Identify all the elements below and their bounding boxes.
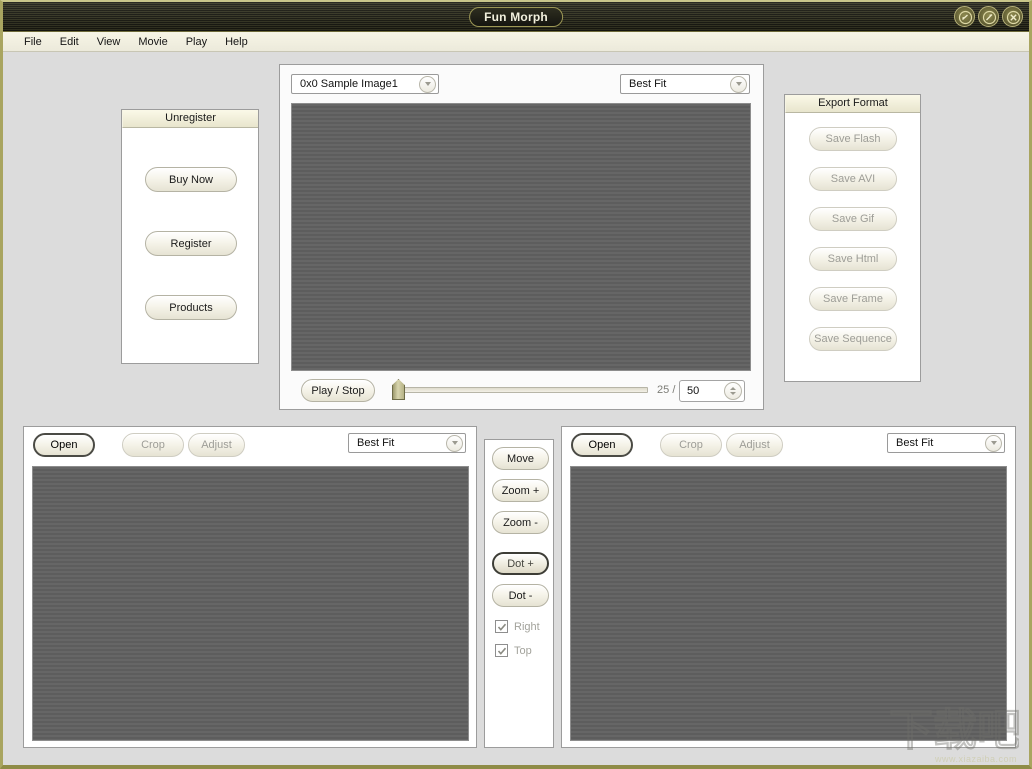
chevron-down-icon[interactable] bbox=[446, 434, 463, 452]
menu-item-edit[interactable]: Edit bbox=[51, 34, 88, 50]
export-format-panel-title: Export Format bbox=[785, 95, 920, 113]
tool-zoom-in-button[interactable]: Zoom + bbox=[492, 479, 549, 502]
unregister-panel-title: Unregister bbox=[122, 110, 258, 128]
save-avi-button[interactable]: Save AVI bbox=[809, 167, 897, 191]
source-fit-combo[interactable]: Best Fit bbox=[348, 433, 466, 453]
checkbox-row-top[interactable]: Top bbox=[495, 644, 532, 657]
image-select-value: 0x0 Sample Image1 bbox=[300, 78, 398, 90]
source-crop-button[interactable]: Crop bbox=[122, 433, 184, 457]
watermark-url: www.xiazaiba.com bbox=[934, 754, 1017, 764]
close-button[interactable] bbox=[1002, 6, 1023, 27]
target-adjust-button[interactable]: Adjust bbox=[726, 433, 783, 457]
window-controls bbox=[954, 6, 1023, 27]
maximize-button[interactable] bbox=[978, 6, 999, 27]
window-title: Fun Morph bbox=[469, 7, 563, 27]
top-checkbox[interactable] bbox=[495, 644, 508, 657]
unregister-panel: Unregister Buy Now Register Products bbox=[121, 109, 259, 364]
chevron-down-icon[interactable] bbox=[985, 434, 1002, 452]
source-fit-value: Best Fit bbox=[357, 437, 395, 449]
target-open-button[interactable]: Open bbox=[571, 433, 633, 457]
frame-total-spinner[interactable]: 50 bbox=[679, 380, 745, 402]
source-adjust-button[interactable]: Adjust bbox=[188, 433, 245, 457]
source-open-button[interactable]: Open bbox=[33, 433, 95, 457]
tool-zoom-out-button[interactable]: Zoom - bbox=[492, 511, 549, 534]
top-checkbox-label: Top bbox=[514, 644, 532, 657]
right-checkbox-label: Right bbox=[514, 620, 540, 633]
tool-dot-add-button[interactable]: Dot + bbox=[492, 552, 549, 575]
menu-bar: File Edit View Movie Play Help bbox=[3, 32, 1029, 52]
save-gif-button[interactable]: Save Gif bbox=[809, 207, 897, 231]
source-image-canvas[interactable] bbox=[32, 466, 469, 741]
chevron-down-icon[interactable] bbox=[730, 75, 747, 93]
save-sequence-button[interactable]: Save Sequence bbox=[809, 327, 897, 351]
target-image-canvas[interactable] bbox=[570, 466, 1007, 741]
timeline-slider-thumb[interactable] bbox=[392, 379, 405, 400]
image-select-combo[interactable]: 0x0 Sample Image1 bbox=[291, 74, 439, 94]
preview-fit-value: Best Fit bbox=[629, 78, 667, 90]
preview-fit-combo[interactable]: Best Fit bbox=[620, 74, 750, 94]
minimize-button[interactable] bbox=[954, 6, 975, 27]
save-flash-button[interactable]: Save Flash bbox=[809, 127, 897, 151]
save-frame-button[interactable]: Save Frame bbox=[809, 287, 897, 311]
products-button[interactable]: Products bbox=[145, 295, 237, 320]
spinner-arrows-icon[interactable] bbox=[724, 382, 742, 400]
buy-now-button[interactable]: Buy Now bbox=[145, 167, 237, 192]
register-button[interactable]: Register bbox=[145, 231, 237, 256]
timeline-slider-track[interactable] bbox=[394, 387, 648, 393]
frame-current-label: 25 / bbox=[657, 384, 675, 396]
target-fit-value: Best Fit bbox=[896, 437, 934, 449]
target-crop-button[interactable]: Crop bbox=[660, 433, 722, 457]
chevron-down-icon[interactable] bbox=[419, 75, 436, 93]
frame-separator: / bbox=[672, 384, 676, 396]
save-html-button[interactable]: Save Html bbox=[809, 247, 897, 271]
frame-current-value: 25 bbox=[657, 384, 670, 396]
menu-item-file[interactable]: File bbox=[15, 34, 51, 50]
checkbox-row-right[interactable]: Right bbox=[495, 620, 540, 633]
play-stop-button[interactable]: Play / Stop bbox=[301, 379, 375, 402]
target-fit-combo[interactable]: Best Fit bbox=[887, 433, 1005, 453]
right-checkbox[interactable] bbox=[495, 620, 508, 633]
menu-item-movie[interactable]: Movie bbox=[129, 34, 176, 50]
title-bar: Fun Morph bbox=[3, 2, 1029, 32]
menu-item-view[interactable]: View bbox=[88, 34, 130, 50]
menu-item-play[interactable]: Play bbox=[177, 34, 216, 50]
source-image-panel: Open Crop Adjust Best Fit bbox=[23, 426, 477, 748]
target-image-panel: Open Crop Adjust Best Fit bbox=[561, 426, 1016, 748]
tool-move-button[interactable]: Move bbox=[492, 447, 549, 470]
frame-total-value[interactable]: 50 bbox=[680, 385, 724, 397]
app-window: Fun Morph File Edit View Movie Play Help… bbox=[0, 0, 1032, 769]
tools-panel: Move Zoom + Zoom - Dot + Dot - Right Top bbox=[484, 439, 554, 748]
tool-dot-remove-button[interactable]: Dot - bbox=[492, 584, 549, 607]
preview-canvas[interactable] bbox=[291, 103, 751, 371]
menu-item-help[interactable]: Help bbox=[216, 34, 257, 50]
preview-panel: 0x0 Sample Image1 Best Fit Play / Stop 2… bbox=[279, 64, 764, 410]
export-format-panel: Export Format Save Flash Save AVI Save G… bbox=[784, 94, 921, 382]
